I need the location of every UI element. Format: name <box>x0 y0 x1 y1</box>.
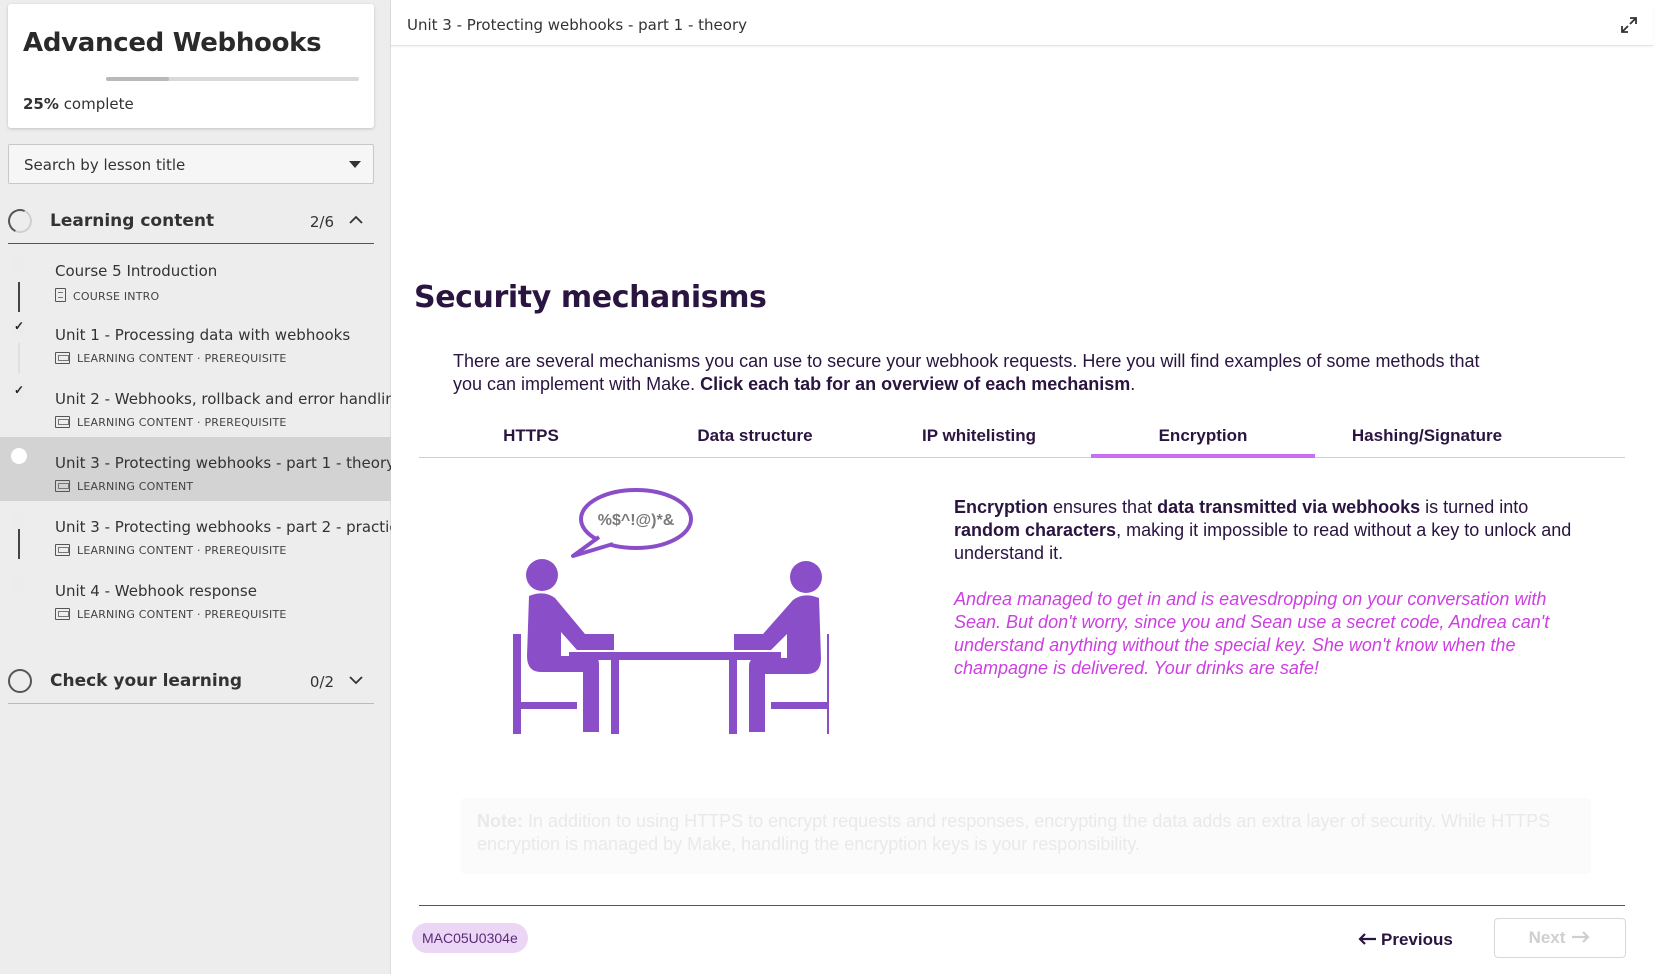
expand-icon[interactable] <box>1619 15 1639 35</box>
lesson-status-dot <box>11 512 27 528</box>
lesson-item[interactable]: Course 5 Introduction COURSE INTRO <box>0 245 391 309</box>
lesson-meta: COURSE INTRO <box>55 288 159 303</box>
document-icon <box>55 288 66 302</box>
section-check-your-learning[interactable]: Check your learning 0/2 <box>8 656 374 704</box>
lesson-topbar-title: Unit 3 - Protecting webhooks - part 1 - … <box>407 16 747 34</box>
lesson-meta: LEARNING CONTENT · PREREQUISITE <box>55 416 287 429</box>
encryption-illustration: %$^!@)*& <box>513 488 829 734</box>
page-title: Security mechanisms <box>414 280 767 315</box>
progress-label: complete <box>63 95 134 113</box>
encryption-description: Encryption ensures that data transmitted… <box>954 497 1572 563</box>
checkmark-icon <box>11 319 27 336</box>
tab-https[interactable]: HTTPS <box>419 410 643 457</box>
lesson-item[interactable]: Unit 1 - Processing data with webhooks L… <box>0 309 391 373</box>
arrow-right-icon <box>1572 931 1590 943</box>
lesson-title: Unit 3 - Protecting webhooks - part 2 - … <box>55 518 407 536</box>
encryption-story: Andrea managed to get in and is eavesdro… <box>954 589 1550 678</box>
lesson-status-dot <box>11 448 27 464</box>
course-progress-card: Advanced Webhooks 25% complete <box>8 4 374 128</box>
screen-icon <box>55 608 70 620</box>
footer-divider <box>419 905 1625 906</box>
checkmark-icon <box>11 383 27 400</box>
mechanism-tabs: HTTPS Data structure IP whitelisting Enc… <box>419 410 1625 458</box>
note-text: In addition to using HTTPS to encrypt re… <box>477 811 1551 854</box>
note-label: Note: <box>477 811 523 831</box>
progress-bar <box>106 77 359 81</box>
screen-icon <box>55 480 70 492</box>
lesson-item-current[interactable]: Unit 3 - Protecting webhooks - part 1 - … <box>0 437 395 501</box>
course-sidebar: Advanced Webhooks 25% complete Search by… <box>0 0 407 974</box>
note-box: Note: In addition to using HTTPS to encr… <box>461 798 1591 874</box>
lesson-item[interactable]: Unit 2 - Webhooks, rollback and error ha… <box>0 373 404 437</box>
tab-hashing-signature[interactable]: Hashing/Signature <box>1315 410 1539 457</box>
lesson-list: Course 5 Introduction COURSE INTRO Unit … <box>0 245 407 629</box>
lesson-title: Unit 2 - Webhooks, rollback and error ha… <box>55 390 405 408</box>
lesson-status-dot <box>11 576 27 592</box>
screen-icon <box>55 352 70 364</box>
section-count: 2/6 <box>309 213 334 231</box>
lesson-item[interactable]: Unit 3 - Protecting webhooks - part 2 - … <box>0 501 407 565</box>
progress-text: 25% complete <box>23 95 134 113</box>
lesson-meta: LEARNING CONTENT · PREREQUISITE <box>55 352 287 365</box>
caret-down-icon <box>349 161 361 168</box>
section-learning-content[interactable]: Learning content 2/6 <box>4 196 374 244</box>
lesson-title: Course 5 Introduction <box>55 262 218 280</box>
search-placeholder: Search by lesson title <box>24 156 186 174</box>
tab-ip-whitelisting[interactable]: IP whitelisting <box>867 410 1091 457</box>
lesson-status-dot <box>11 256 27 272</box>
chevron-down-icon[interactable] <box>348 672 364 688</box>
lesson-content: Unit 3 - Protecting webhooks - part 1 - … <box>391 0 1657 974</box>
tab-data-structure[interactable]: Data structure <box>643 410 867 457</box>
screen-icon <box>55 416 70 428</box>
progress-percent: 25% <box>23 95 59 113</box>
lesson-search-dropdown[interactable]: Search by lesson title <box>8 144 374 184</box>
bubble-text: %$^!@)*& <box>598 512 675 529</box>
lesson-title: Unit 1 - Processing data with webhooks <box>55 326 351 344</box>
lesson-item[interactable]: Unit 4 - Webhook response LEARNING CONTE… <box>0 565 391 629</box>
previous-button[interactable]: Previous <box>1357 925 1453 955</box>
next-button[interactable]: Next <box>1494 918 1626 958</box>
progress-ring-icon <box>8 669 32 693</box>
section-count: 0/2 <box>309 673 334 691</box>
intro-text: There are several mechanisms you can use… <box>453 351 1480 394</box>
lesson-topbar: Unit 3 - Protecting webhooks - part 1 - … <box>391 4 1653 46</box>
progress-bar-fill <box>106 77 170 81</box>
lesson-meta: LEARNING CONTENT · PREREQUISITE <box>55 608 287 621</box>
lesson-meta: LEARNING CONTENT · PREREQUISITE <box>55 544 287 557</box>
screen-icon <box>55 544 70 556</box>
chevron-up-icon[interactable] <box>348 212 364 228</box>
lesson-code-badge: MAC05U0304e <box>412 923 528 953</box>
section-title: Check your learning <box>50 671 242 691</box>
lesson-meta: LEARNING CONTENT <box>55 480 193 493</box>
lesson-title: Unit 4 - Webhook response <box>55 582 257 600</box>
tab-encryption[interactable]: Encryption <box>1091 410 1315 458</box>
course-title: Advanced Webhooks <box>23 28 322 58</box>
lesson-title: Unit 3 - Protecting webhooks - part 1 - … <box>55 454 395 472</box>
section-title: Learning content <box>50 211 215 231</box>
arrow-left-icon <box>1358 933 1376 945</box>
progress-ring-icon <box>4 205 36 237</box>
